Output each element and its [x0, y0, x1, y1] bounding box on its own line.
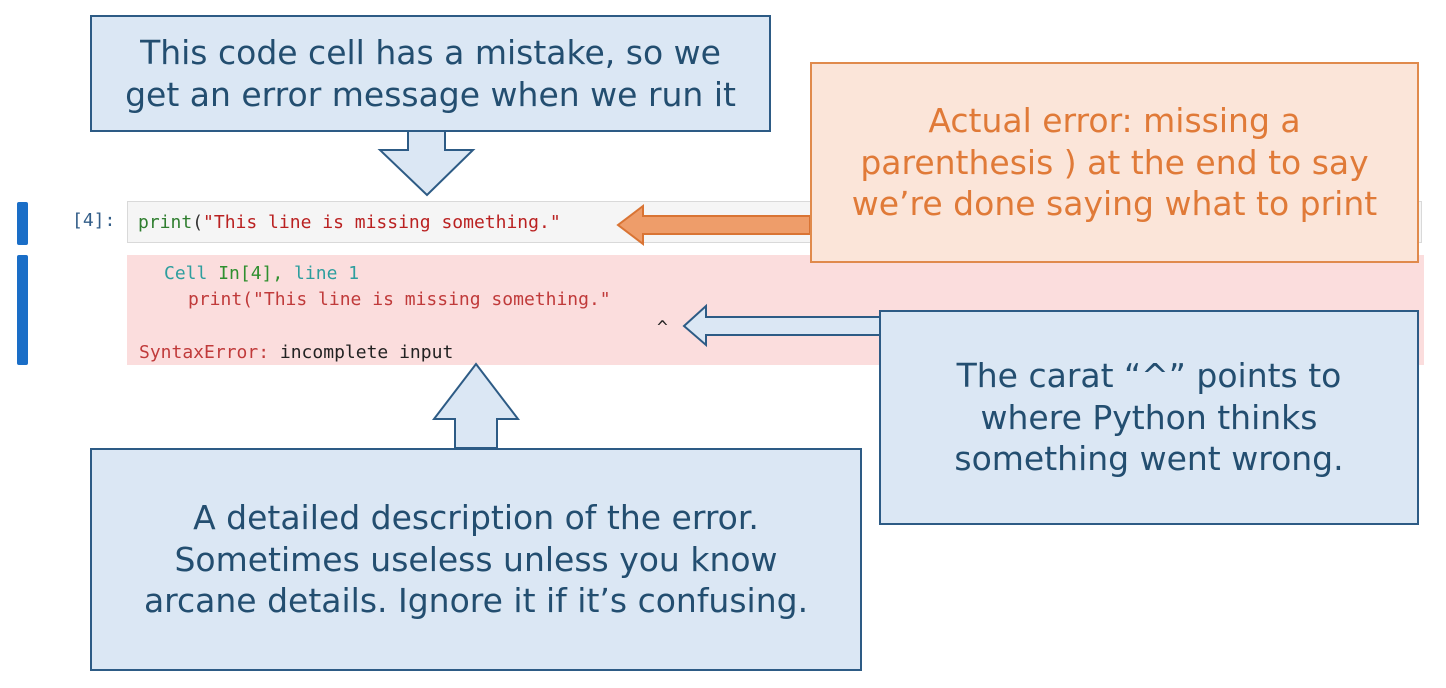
callout-code-mistake-line1: This code cell has a mistake, so we [140, 32, 721, 72]
left-arrow-caret-icon [682, 303, 882, 348]
callout-error-description: A detailed description of the error. Som… [90, 448, 862, 671]
callout-code-mistake-line2: get an error message when we run it [125, 74, 736, 114]
callout-carat-line2: where Python thinks [980, 397, 1318, 437]
callout-carat-line3: something went wrong. [954, 439, 1344, 479]
callout-error-description-line2: Sometimes useless unless you know [174, 539, 778, 579]
up-arrow-icon [431, 362, 521, 449]
left-arrow-orange-icon [616, 203, 811, 247]
callout-actual-error: Actual error: missing a parenthesis ) at… [810, 62, 1419, 263]
down-arrow-icon [377, 130, 476, 197]
callout-carat-line1: The carat “^” points to [956, 355, 1342, 395]
callout-code-mistake: This code cell has a mistake, so we get … [90, 15, 771, 132]
callout-carat: The carat “^” points to where Python thi… [879, 310, 1419, 525]
callout-error-description-line1: A detailed description of the error. [193, 497, 759, 537]
callout-actual-error-line1: Actual error: missing a [928, 100, 1301, 140]
callout-actual-error-line3: we’re done saying what to print [851, 184, 1378, 224]
callout-error-description-line3: arcane details. Ignore it if it’s confus… [143, 581, 809, 621]
callout-actual-error-line2: parenthesis ) at the end to say [860, 142, 1369, 182]
